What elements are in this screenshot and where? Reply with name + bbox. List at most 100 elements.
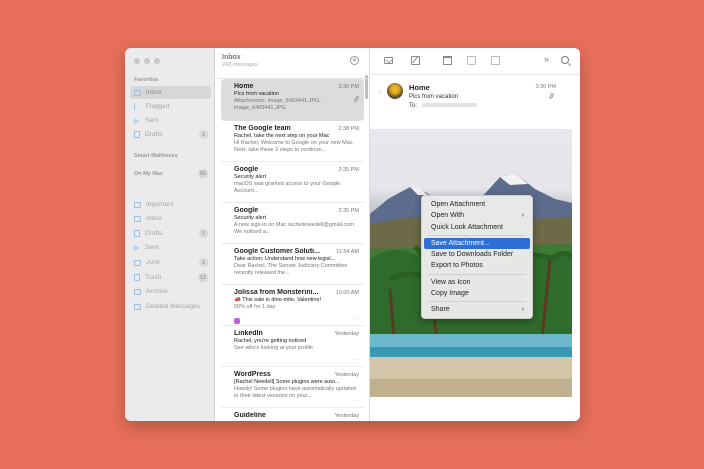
inbox-icon [134,89,141,96]
menu-item-open-with[interactable]: Open With › [424,210,530,221]
sidebar-item-local-drafts[interactable]: Drafts 1 [130,227,211,240]
sidebar-item-flagged[interactable]: Flagged [130,100,211,113]
message-subject: Take action: Understand how new legisl..… [234,256,336,262]
chevron-right-icon: › [521,212,524,220]
sidebar-item-archive[interactable]: Archive [130,285,211,298]
recipient-redacted [422,103,478,108]
on-my-mac-badge: 60 [197,169,208,178]
menu-item-label: Share [431,306,450,314]
menu-item-export-to-photos[interactable]: Export to Photos [424,260,530,271]
message-row[interactable]: Google Customer Soluti... 11:54 AM Take … [221,244,364,285]
sidebar-item-label: Inbox [146,89,162,96]
sidebar-item-deleted-messages[interactable]: Deleted Messages [130,300,211,313]
sidebar-item-label: Important [146,201,174,208]
sidebar-section-favorites[interactable]: Favorites [134,77,158,83]
message-subject: Rachel, take the next step on your Mac [234,133,330,139]
message-row[interactable]: Guideline Yesterday [221,408,364,421]
paperclip-icon [548,92,555,100]
paper-plane-icon [134,117,140,124]
message-row[interactable]: The Google team 2:38 PM Rachel, take the… [221,121,364,162]
message-to: To: [409,103,478,109]
menu-item-view-as-icon[interactable]: View as Icon [424,277,530,288]
zoom-button[interactable] [154,58,160,64]
chevron-right-icon[interactable]: » [544,54,554,64]
message-time: 10:00 AM [335,290,359,296]
sidebar-item-sent[interactable]: Sent [130,114,211,127]
message-time: 3:30 PM [535,84,556,90]
sidebar-item-label: Inbox [146,215,162,222]
menu-separator [428,273,526,275]
junk-icon[interactable] [491,56,500,65]
message-subject: 📣 This sale is dino-mite, Valentine! [234,297,322,303]
message-preview: 60% off for 1 day [234,304,276,310]
menu-item-save-attachment[interactable]: Save Attachment... [424,237,530,250]
archive-icon[interactable] [443,56,452,65]
message-row[interactable]: Jolissa from Monsterini... 10:00 AM 📣 Th… [221,285,364,326]
sidebar-item-label: Sent [145,244,159,251]
menu-item-open-attachment[interactable]: Open Attachment [424,199,530,210]
message-row[interactable]: Google 2:35 PM Security alert macOS was … [221,162,364,203]
compose-icon[interactable] [411,56,420,65]
message-sender: Guideline [234,412,266,419]
message-row[interactable]: Home 3:30 PM Pics from vacation Attachme… [221,79,364,121]
sidebar-item-important[interactable]: Important [130,198,211,211]
message-header: ☆ Home Pics from vacation To: 3:30 PM [370,76,580,124]
message-sender: The Google team [234,125,291,132]
message-sender: Google [234,207,259,214]
sidebar-item-drafts[interactable]: Drafts 1 [130,128,211,141]
get-mail-icon[interactable] [384,57,393,64]
message-subject: Pics from vacation [409,94,459,100]
menu-item-copy-image[interactable]: Copy Image [424,288,530,299]
message-sender: WordPress [234,371,271,378]
sidebar-item-label: Junk [146,259,160,266]
menu-item-label: Open With [431,212,465,220]
menu-item-quick-look[interactable]: Quick Look Attachment [424,222,530,233]
sidebar-item-label: Trash [145,274,162,281]
close-button[interactable] [134,58,140,64]
sidebar-item-junk[interactable]: Junk 1 [130,256,211,269]
sidebar-item-label: Flagged [146,103,170,110]
sidebar-item-label: Drafts [145,131,163,138]
message-row[interactable]: WordPress Yesterday [Rachel Needell] Som… [221,367,364,408]
to-label: To: [409,103,418,109]
filter-icon[interactable] [350,56,359,65]
menu-separator [428,301,526,303]
message-sender: Google [234,166,259,173]
sidebar-item-trash[interactable]: Trash 12 [130,271,211,284]
message-preview: A new sign-in on Mac rachelsneedell@gmai… [234,222,354,235]
trash-icon[interactable] [467,56,476,65]
menu-item-save-to-downloads[interactable]: Save to Downloads Folder [424,249,530,260]
unread-badge: 12 [197,273,208,282]
sidebar-item-label: Drafts [145,230,163,237]
sidebar-section-on-my-mac[interactable]: On My Mac [134,171,163,177]
folder-icon [134,201,141,208]
more-icon: ··· [352,398,358,404]
star-icon[interactable]: ☆ [377,89,382,96]
sidebar-item-inbox[interactable]: Inbox [130,86,211,99]
message-time: 2:38 PM [338,126,359,132]
message-preview: Howdy! Some plugins have automatically u… [234,386,356,399]
minimize-button[interactable] [144,58,150,64]
message-list: Home 3:30 PM Pics from vacation Attachme… [215,78,370,421]
message-preview: See who's looking at your profile [234,345,314,351]
message-time: Yesterday [334,413,359,419]
toolbar: » [370,48,580,75]
flag-icon [134,103,141,110]
sidebar-section-smart-mailboxes[interactable]: Smart Mailboxes [134,153,178,159]
menu-item-share[interactable]: Share › [424,304,530,315]
more-icon: ··· [352,357,358,363]
message-time: 3:30 PM [338,84,359,90]
sidebar-item-local-inbox[interactable]: Inbox [130,212,211,225]
search-icon[interactable] [561,56,569,64]
message-preview: Hi Rachel, Welcome to Google on your new… [234,140,355,153]
sidebar-item-label: Deleted Messages [146,303,200,310]
message-subject: Security alert [234,174,267,180]
window-controls [134,58,160,64]
sidebar-item-local-sent[interactable]: Sent [130,241,211,254]
heart-emoji-icon [234,318,240,324]
message-preview: Dear Rachel, The Senate Judiciary Commit… [234,263,348,276]
chevron-right-icon: › [521,306,524,314]
message-row[interactable]: LinkedIn Yesterday Rachel, you're gettin… [221,326,364,367]
message-row[interactable]: Google 2:35 PM Security alert A new sign… [221,203,364,244]
archive-icon [134,288,141,295]
